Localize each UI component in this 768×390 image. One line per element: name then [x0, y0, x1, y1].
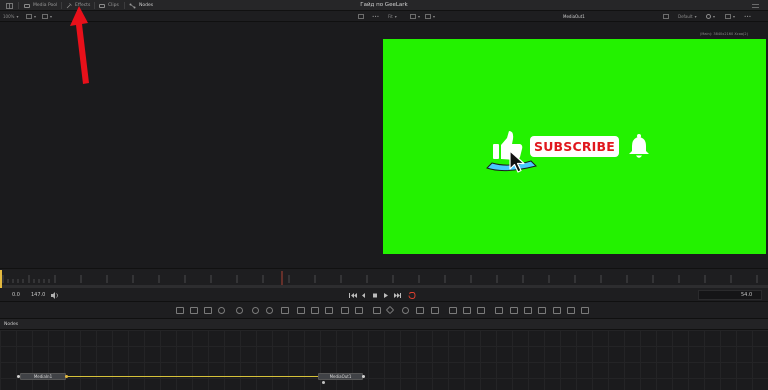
viewer-name: MediaOut1 [563, 14, 585, 19]
zoom-value: 100% [3, 14, 15, 19]
right-viewer-toggle[interactable] [663, 13, 669, 20]
channel-icon [725, 14, 731, 19]
output-port[interactable] [65, 375, 68, 378]
nodes-label: Nodes [139, 3, 154, 8]
view-icon [425, 14, 431, 19]
nodes-panel-title: Nodes [4, 322, 19, 327]
renderer3d-tool-icon[interactable] [538, 307, 546, 314]
transform-tool-icon[interactable] [325, 307, 333, 314]
circle-icon [706, 14, 711, 19]
nodes-panel-header: Nodes [0, 319, 768, 330]
view-icon [42, 14, 48, 19]
fog3d-tool-icon[interactable] [553, 307, 561, 314]
end-frame[interactable]: 147.0 [31, 290, 45, 300]
blur-tool-icon[interactable] [236, 307, 243, 314]
left-viewer-more[interactable]: ••• [372, 13, 379, 20]
background-tool-icon[interactable] [176, 307, 184, 314]
paint-tool-icon[interactable] [190, 307, 198, 314]
nodes-button[interactable]: Nodes [129, 1, 153, 10]
fit-select[interactable]: Fit ▾ [388, 13, 397, 20]
shape3d-tool-icon[interactable] [495, 307, 503, 314]
crop-tool-icon[interactable] [341, 307, 349, 314]
right-viewer-more[interactable]: ••• [744, 13, 751, 20]
clips-label: Clips [108, 3, 119, 8]
layout-icon[interactable] [6, 1, 13, 10]
media-pool-label: Media Pool [33, 3, 58, 8]
text3d-tool-icon[interactable] [567, 307, 575, 314]
render-start-marker[interactable] [0, 270, 2, 288]
media-pool-icon [24, 3, 30, 8]
tools-bar [0, 302, 768, 319]
right-viewer-option-2[interactable]: ▾ [425, 13, 435, 20]
rectangle-mask-icon[interactable] [373, 307, 381, 314]
right-viewer-option-1[interactable]: ▾ [410, 13, 420, 20]
transport-bar: 0.0 147.0 54.0 [0, 288, 768, 302]
ellipse-mask-icon[interactable] [402, 307, 409, 314]
node-media-in[interactable]: MediaIn1 [20, 373, 66, 380]
left-viewer-option-2[interactable]: ▾ [42, 13, 52, 20]
preset-select[interactable]: Default ▾ [678, 13, 697, 20]
top-menu-bar: Гайд по GeeLark Media Pool Effects Clips… [0, 0, 768, 11]
node-media-out[interactable]: MediaOut1 [318, 373, 363, 380]
bspline-mask-icon[interactable] [416, 307, 424, 314]
fit-value: Fit [388, 14, 393, 19]
nodes-icon [129, 3, 136, 8]
display-icon [358, 14, 364, 19]
subscribe-text: SUBSCRIBE [534, 139, 615, 154]
image-plane-icon[interactable] [581, 307, 589, 314]
preset-value: Default [678, 14, 693, 19]
volume-icon[interactable] [51, 292, 59, 299]
current-frame[interactable]: 54.0 [741, 290, 752, 300]
resize-tool-icon[interactable] [355, 307, 363, 314]
node-connection[interactable] [66, 376, 318, 377]
output-port[interactable] [362, 375, 365, 378]
clips-button[interactable]: Clips [99, 1, 119, 10]
left-viewer-toggle[interactable] [358, 13, 364, 20]
particle-render-icon[interactable] [477, 307, 485, 314]
media-pool-button[interactable]: Media Pool [24, 1, 57, 10]
view-icon [26, 14, 32, 19]
view-icon [410, 14, 416, 19]
format-label: (Main): 3840x2160 Xcoa(2) [700, 32, 748, 36]
node-editor[interactable] [0, 330, 768, 390]
particle-emitter-icon[interactable] [463, 307, 471, 314]
left-viewer[interactable] [0, 22, 382, 268]
playback-controls[interactable] [348, 291, 418, 300]
current-frame-box[interactable] [698, 290, 762, 300]
display-icon [663, 14, 669, 19]
start-frame[interactable]: 0.0 [12, 290, 20, 300]
camera3d-tool-icon[interactable] [510, 307, 518, 314]
sliders-icon [752, 3, 759, 8]
zoom-select[interactable]: 100% ▾ [3, 13, 18, 20]
viewer-toolbar: 100% ▾ ▾ ▾ ••• Fit ▾ ▾ ▾ MediaOut1 Default… [0, 11, 768, 22]
inspector-button[interactable] [752, 1, 759, 10]
node-out-input-port[interactable] [322, 381, 325, 384]
drop-tool-icon[interactable] [281, 307, 289, 314]
brightness-tool-icon[interactable] [266, 307, 273, 314]
cursor-icon [509, 150, 525, 173]
annotation-arrow [70, 6, 89, 84]
polygon-mask-icon[interactable] [385, 305, 395, 315]
text-tool-icon[interactable] [204, 307, 212, 314]
merge-tool-icon[interactable] [297, 307, 305, 314]
channel-select[interactable]: ▾ [725, 13, 735, 20]
particles-tool-icon[interactable] [449, 307, 457, 314]
light-tool-icon[interactable] [524, 307, 532, 314]
color-mode-select[interactable]: ▾ [706, 13, 715, 20]
left-viewer-option-1[interactable]: ▾ [26, 13, 36, 20]
bell-icon [629, 134, 649, 158]
merge3d-tool-icon[interactable] [311, 307, 319, 314]
brush-tool-icon[interactable] [218, 307, 225, 314]
polyline-icon[interactable] [431, 307, 439, 314]
color-tool-icon[interactable] [252, 307, 259, 314]
